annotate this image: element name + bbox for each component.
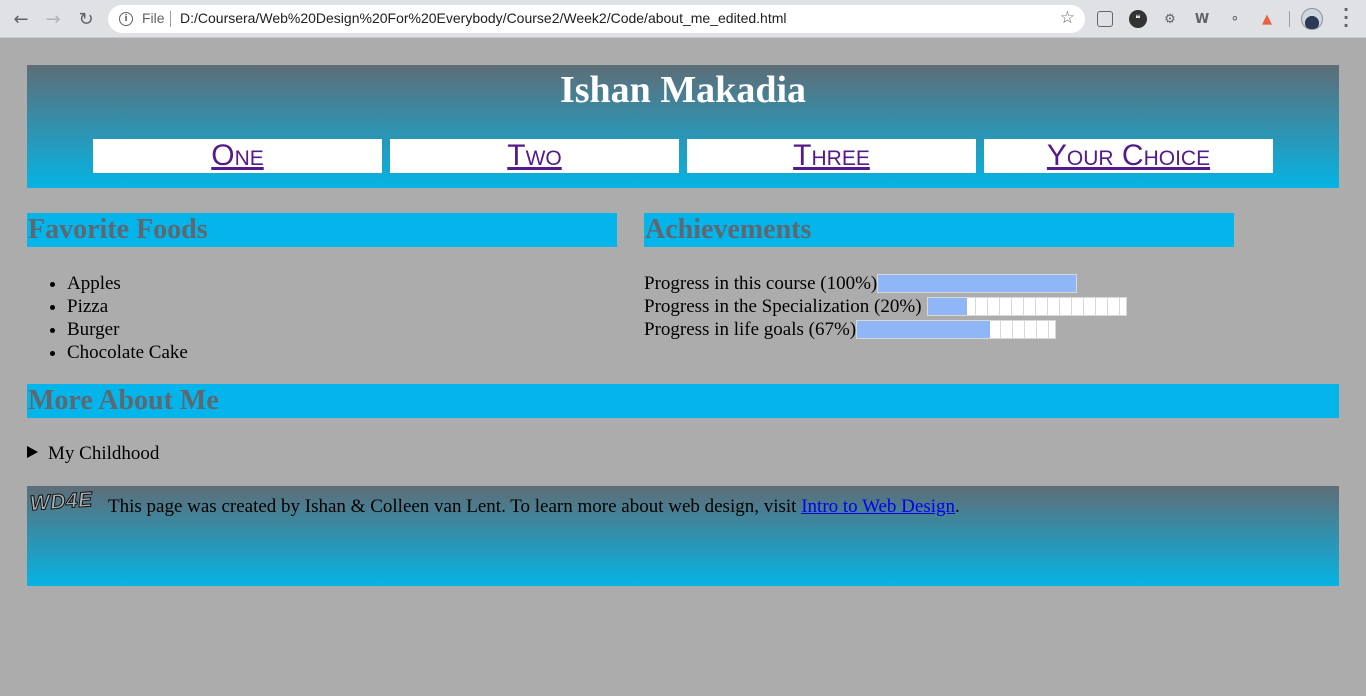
favorite-foods-heading: Favorite Foods [27,213,617,247]
wd4e-logo: WD4E [29,488,94,516]
url-text[interactable]: D:/Coursera/Web%20Design%20For%20Everybo… [180,10,786,26]
chat-icon[interactable]: ❝ [1129,10,1147,28]
info-icon[interactable]: i [119,12,133,26]
reload-icon[interactable]: ↻ [75,8,97,30]
footer-text-before: This page was created by Ishan & Colleen… [108,496,802,517]
forward-icon[interactable]: → [42,8,64,30]
avatar[interactable] [1301,8,1323,30]
page-title: Ishan Makadia [559,69,807,111]
divider [170,11,171,27]
disclosure-triangle-icon[interactable] [27,446,38,458]
childhood-details-toggle[interactable]: My Childhood [27,443,159,465]
list-item: Chocolate Cake [67,341,188,364]
star-icon[interactable]: ☆ [1060,8,1075,28]
intro-web-design-link[interactable]: Intro to Web Design [801,496,955,517]
divider [1289,11,1290,27]
menu-icon[interactable]: · · · [1343,2,1349,34]
list-item: Apples [67,272,188,295]
top-nav: One Two Three Your Choice [93,139,1273,173]
scheme-label: File [142,10,165,26]
w-icon[interactable]: W [1193,10,1211,28]
nav-link-your-choice[interactable]: Your Choice [984,139,1273,173]
browser-toolbar: ← → ↻ i File D:/Coursera/Web%20Design%20… [0,0,1366,38]
achievements-heading: Achievements [644,213,1234,247]
gear-icon[interactable]: ⚙ [1161,10,1179,28]
progress-label: Progress in the Specialization (20%) [644,296,922,317]
footer-text: This page was created by Ishan & Colleen… [108,496,960,518]
details-summary[interactable]: My Childhood [48,443,159,464]
progress-bar [877,274,1078,293]
nav-link-one[interactable]: One [93,139,382,173]
progress-row: Progress in the Specialization (20%) [644,295,1127,318]
more-about-me-heading: More About Me [27,384,1339,418]
achievements-list: Progress in this course (100%) Progress … [644,272,1127,341]
list-item: Pizza [67,295,188,318]
page-content: Ishan Makadia One Two Three Your Choice … [0,38,1366,696]
progress-row: Progress in life goals (67%) [644,318,1127,341]
progress-row: Progress in this course (100%) [644,272,1127,295]
address-bar[interactable]: i File D:/Coursera/Web%20Design%20For%20… [108,5,1085,33]
foods-list: Apples Pizza Burger Chocolate Cake [27,272,188,364]
progress-label: Progress in this course (100%) [644,273,878,294]
list-item: Burger [67,318,188,341]
progress-bar [856,320,1057,339]
progress-bar [926,297,1127,316]
footer: WD4E This page was created by Ishan & Co… [27,486,1339,586]
shield-icon[interactable]: ▲ [1258,10,1276,28]
nav-link-two[interactable]: Two [390,139,679,173]
key-icon[interactable]: ⚬ [1226,10,1244,28]
footer-text-after: . [955,496,960,517]
back-icon[interactable]: ← [10,8,32,30]
nav-link-three[interactable]: Three [687,139,976,173]
progress-label: Progress in life goals (67%) [644,319,857,340]
extension-icon[interactable] [1097,11,1113,27]
header-banner: Ishan Makadia One Two Three Your Choice [27,65,1339,188]
